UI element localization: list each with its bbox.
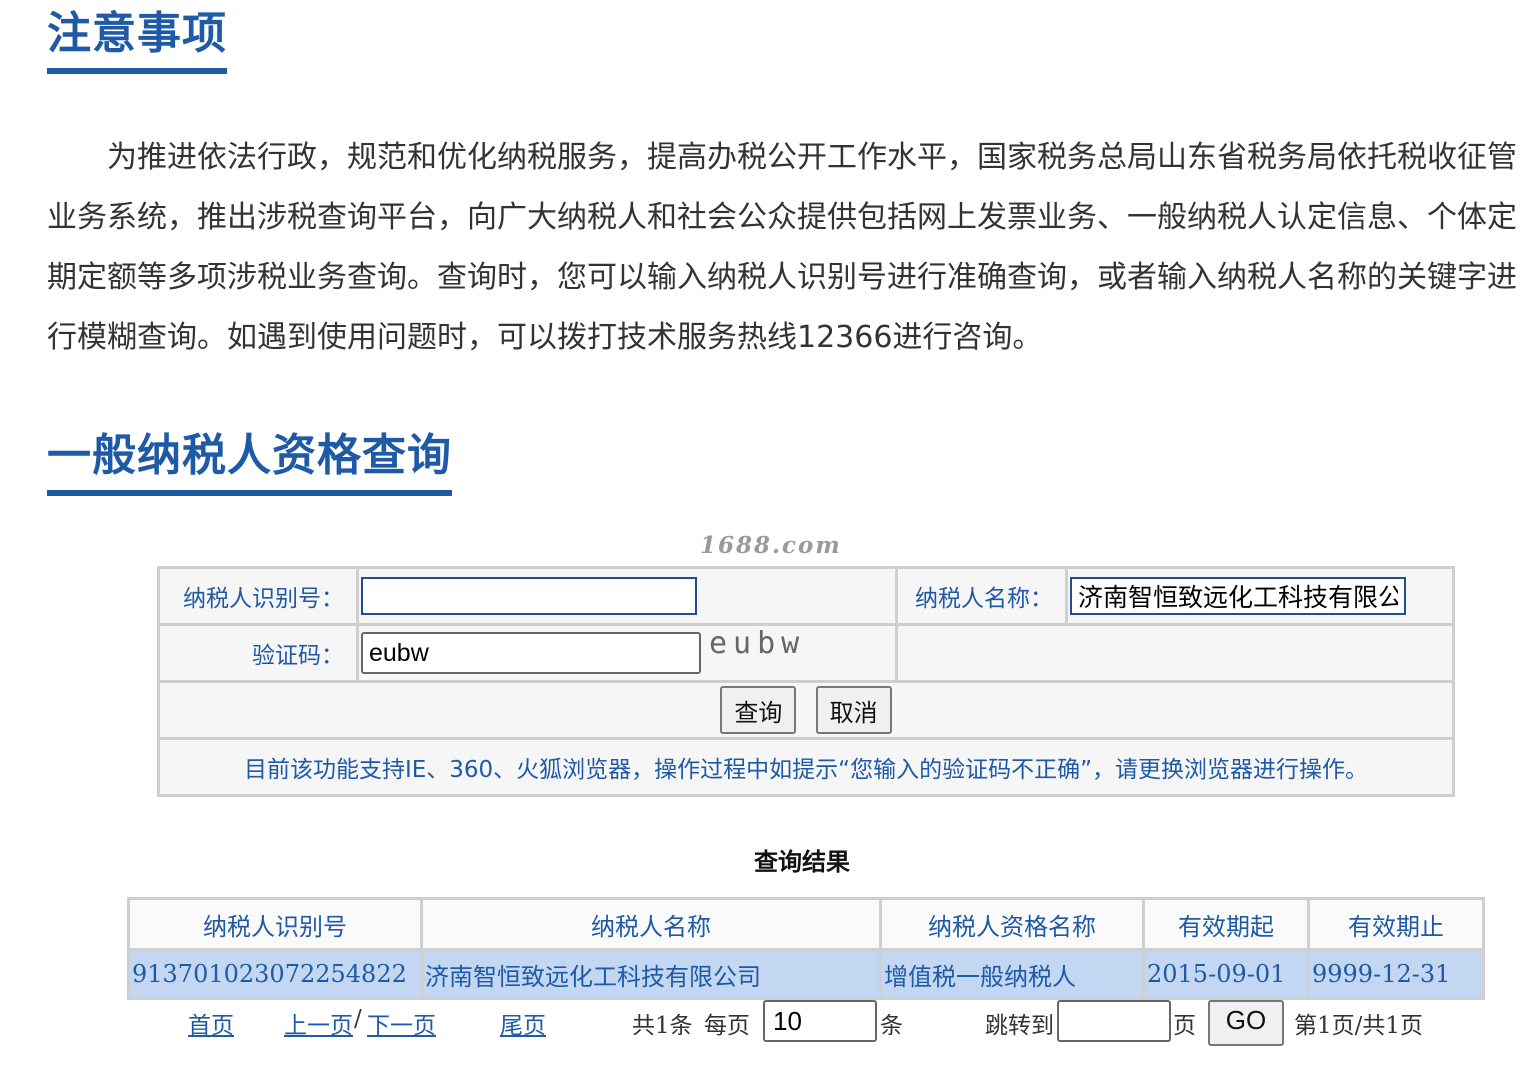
taxid-input[interactable] <box>361 577 697 615</box>
query-form: 纳税人识别号： 纳税人名称： 验证码： eubw 查询 取消 目前该功能支持IE… <box>157 566 1455 797</box>
col-header: 纳税人识别号 <box>127 897 423 951</box>
per-page-unit: 条 <box>880 1013 903 1039</box>
query-section-title: 一般纳税人资格查询 <box>47 431 452 497</box>
prev-page-link[interactable]: 上一页 <box>284 1006 353 1040</box>
total-count: 共1条 <box>632 1013 693 1039</box>
jump-page-input[interactable] <box>1057 1000 1171 1042</box>
cell-qualification: 增值税一般纳税人 <box>879 948 1145 1000</box>
pager: 首页 上一页 / 下一页 尾页 共1条 每页 条 跳转到 页 GO 第1页/共1… <box>0 1000 1536 1046</box>
go-button[interactable]: GO <box>1208 1000 1284 1046</box>
page-info: 第1页/共1页 <box>1294 1013 1424 1039</box>
notice-body-text: 为推进依法行政，规范和优化纳税服务，提高办税公开工作水平，国家税务总局山东省税务… <box>47 140 1517 355</box>
pager-separator: / <box>354 1006 362 1032</box>
notice-title: 注意事项 <box>47 9 227 75</box>
col-header: 纳税人资格名称 <box>879 897 1145 951</box>
col-header: 纳税人名称 <box>420 897 882 951</box>
next-page-link[interactable]: 下一页 <box>367 1006 436 1040</box>
per-page-input[interactable] <box>763 1000 877 1042</box>
captcha-image[interactable]: eubw <box>709 626 805 661</box>
notice-body: 为推进依法行政，规范和优化纳税服务，提高办税公开工作水平，国家税务总局山东省税务… <box>47 128 1536 368</box>
cell-taxid: 913701023072254822 <box>127 948 423 1000</box>
last-page-link[interactable]: 尾页 <box>500 1006 546 1040</box>
page-unit: 页 <box>1173 1013 1196 1039</box>
taxname-input[interactable] <box>1070 577 1406 615</box>
col-header: 有效期止 <box>1307 897 1485 951</box>
captcha-input[interactable] <box>361 632 701 674</box>
table-row: 913701023072254822 济南智恒致远化工科技有限公司 增值税一般纳… <box>127 948 1485 1000</box>
captcha-cell: eubw <box>356 623 898 683</box>
cancel-button[interactable]: 取消 <box>815 686 892 734</box>
cell-valid-from: 2015-09-01 <box>1142 948 1310 1000</box>
taxname-cell <box>1065 566 1455 626</box>
first-page-link[interactable]: 首页 <box>188 1006 234 1040</box>
empty-cell <box>895 623 1455 683</box>
results-header-row: 纳税人识别号 纳税人名称 纳税人资格名称 有效期起 有效期止 <box>127 897 1485 951</box>
cell-taxname: 济南智恒致远化工科技有限公司 <box>420 948 882 1000</box>
taxid-cell <box>356 566 898 626</box>
per-page-label: 每页 <box>704 1013 750 1039</box>
col-header: 有效期起 <box>1142 897 1310 951</box>
cell-valid-to: 9999-12-31 <box>1307 948 1485 1000</box>
taxname-label: 纳税人名称： <box>895 566 1068 626</box>
captcha-label: 验证码： <box>157 623 359 683</box>
browser-notice: 目前该功能支持IE、360、火狐浏览器，操作过程中如提示“您输入的验证码不正确”… <box>157 737 1455 797</box>
button-row: 查询 取消 <box>157 680 1455 740</box>
watermark: 1688.com <box>700 532 842 559</box>
taxid-label: 纳税人识别号： <box>157 566 359 626</box>
results-table: 纳税人识别号 纳税人名称 纳税人资格名称 有效期起 有效期止 913701023… <box>127 897 1485 1000</box>
results-title: 查询结果 <box>754 847 850 876</box>
query-button[interactable]: 查询 <box>720 686 797 734</box>
jump-label: 跳转到 <box>985 1013 1054 1039</box>
